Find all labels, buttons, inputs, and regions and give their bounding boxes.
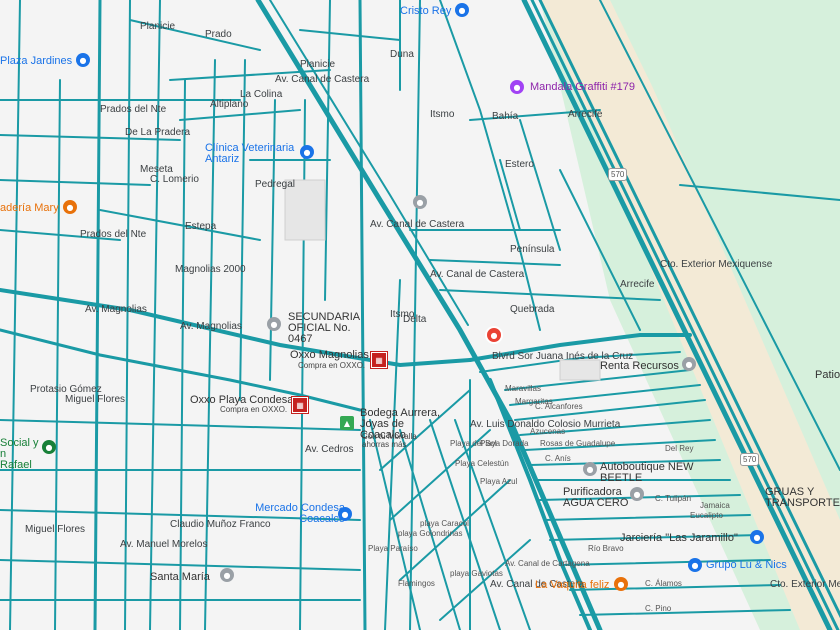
- store-icon[interactable]: ▦: [371, 352, 387, 368]
- road-label-exterior: Cto. Exterior Mexiquense: [660, 259, 773, 270]
- road-label-flamingos: Flamingos: [398, 579, 435, 588]
- road-label-canal-cartagena: Av. Canal de Cartagena: [505, 559, 590, 568]
- road-label-arrecife: Arrecife: [568, 109, 603, 120]
- road-label-playa-celestun: Playa Celestún: [455, 459, 509, 468]
- school-icon[interactable]: ●: [267, 317, 281, 331]
- road-label-alcanfores: C. Alcanfores: [535, 402, 583, 411]
- poi-gruas[interactable]: GRUAS Y TRANSPORTES...: [765, 487, 840, 509]
- road-label-rosas: Rosas de Guadalupe: [540, 439, 616, 448]
- road-label-jamaica: Jamaica: [700, 501, 730, 510]
- road-label-itsmo: Itsmo: [430, 109, 455, 120]
- poi-patio[interactable]: Patio: [815, 370, 840, 381]
- lock-icon[interactable]: ●: [455, 3, 469, 17]
- road-label-meseta: Meseta: [140, 164, 173, 175]
- poi-oxxo-magnolias-sub: Compra en OXXO.: [298, 361, 366, 370]
- road-label-miguel-flores: Miguel Flores: [25, 524, 86, 535]
- road-label-canal: Av. Canal de Castera: [370, 219, 465, 230]
- poi-grupo-lu[interactable]: Grupo Lu & Nics: [706, 560, 787, 571]
- road-label-pino: C. Pino: [645, 604, 672, 613]
- road-label-delta: Delta: [403, 314, 427, 325]
- road-label-tulipan: C. Tulipán: [655, 494, 692, 503]
- road-label-arrecife: Arrecife: [620, 279, 655, 290]
- poi-oxxo-playa-sub: Compra en OXXO.: [220, 405, 288, 414]
- map-canvas[interactable]: Planicie Planicie Prado Duna Itsmo Itsmo…: [0, 0, 840, 630]
- road-label-canal: Av. Canal de Castera: [275, 74, 370, 85]
- road-label-playa-caracol: playa Caracol: [420, 519, 469, 528]
- road-label-prado: Prado: [205, 29, 232, 40]
- road-label-duna: Duna: [390, 49, 414, 60]
- road-label-pradera: De La Pradera: [125, 127, 191, 138]
- road-label-av-magnolias: Av. Magnolias: [180, 321, 242, 332]
- road-label-alamos: C. Álamos: [645, 579, 682, 588]
- camera-icon[interactable]: ●: [510, 80, 524, 94]
- road-label-colina: La Colina: [240, 89, 283, 100]
- car-icon[interactable]: ●: [583, 462, 597, 476]
- road-label-manuel-morelos: Av. Manuel Morelos: [120, 539, 208, 550]
- supermarket-icon[interactable]: ▲: [340, 416, 354, 430]
- road-label-lomerio: C. Lomerio: [150, 174, 199, 185]
- road-label-delrey: Del Rey: [665, 444, 694, 453]
- road-label-quebrada: Quebrada: [510, 304, 555, 315]
- road-label-playa-gaviotas: playa Gaviotas: [450, 569, 503, 578]
- poi-social[interactable]: Social y n Rafael: [0, 438, 40, 471]
- poi-mandala[interactable]: Mandala Graffiti #179: [530, 82, 635, 93]
- poi-autoboutique[interactable]: Autoboutique NEW BEETLE: [600, 462, 710, 484]
- poi-santa-maria[interactable]: Santa María: [150, 572, 210, 583]
- poi-oxxo-magnolias[interactable]: Oxxo Magnolias: [290, 350, 369, 361]
- road-label-planicie: Planicie: [140, 21, 176, 32]
- road-label-canal: Av. Canal de Castera: [430, 269, 525, 280]
- poi-panaderia[interactable]: adería Mary: [0, 203, 59, 214]
- road-label-bahia: Bahía: [492, 111, 519, 122]
- road-label-magnolias2000: Magnolias 2000: [175, 264, 246, 275]
- road-label-eucalipto: Eucalipto: [690, 511, 723, 520]
- road-label-exterior: Cto. Exterior Mexiquense: [770, 579, 840, 590]
- church-icon[interactable]: ●: [220, 568, 234, 582]
- road-label-estepa: Estepa: [185, 221, 217, 232]
- food-icon[interactable]: ●: [63, 200, 77, 214]
- road-label-av-magnolias: Av. Magnolias: [85, 304, 147, 315]
- food-icon[interactable]: ●: [614, 577, 628, 591]
- building-icon[interactable]: ●: [682, 357, 696, 371]
- road-label-playa-dorada: Playa Dorada: [480, 439, 529, 448]
- cart-icon[interactable]: ●: [338, 507, 352, 521]
- road-label-peninsula: Península: [510, 244, 555, 255]
- road-label-planicie: Planicie: [300, 59, 336, 70]
- poi-renta[interactable]: Renta Recursos: [600, 361, 679, 372]
- road-label-altiplano: Altiplano: [210, 99, 249, 110]
- road-label-playa-golondrinas: playa Golondrinas: [398, 529, 463, 538]
- shopping-icon[interactable]: ●: [750, 530, 764, 544]
- road-label-maravillas: Maravillas: [505, 384, 542, 393]
- road-label-playa-azul: Playa Azul: [480, 477, 518, 486]
- poi-jarcieria[interactable]: Jarciería "Las Jaramillo": [620, 533, 738, 544]
- vet-icon[interactable]: ●: [300, 145, 314, 159]
- poi-plaza-jardines[interactable]: Plaza Jardines: [0, 56, 72, 67]
- road-label-pedregal: Pedregal: [255, 179, 296, 190]
- school-icon[interactable]: ●: [413, 195, 427, 209]
- poi-secundaria[interactable]: SECUNDARIA OFICIAL No. 0467: [288, 312, 378, 345]
- shopping-icon[interactable]: ●: [76, 53, 90, 67]
- store-icon[interactable]: ▦: [292, 397, 308, 413]
- location-pin-icon[interactable]: ●: [485, 326, 503, 344]
- route-shield: 570: [740, 453, 760, 466]
- road-label-anis: C. Anís: [545, 454, 571, 463]
- poi-mercado[interactable]: Mercado Condesa Coacalco: [245, 503, 345, 525]
- poi-bodega-sub: Con tu Morralla ahorras más: [362, 432, 417, 449]
- road-label-rio-bravo: Río Bravo: [588, 544, 624, 553]
- poi-clinica[interactable]: Clínica Veterinaria Antariz: [205, 143, 305, 165]
- route-shield: 570: [608, 168, 628, 181]
- poi-vaquita[interactable]: La Vaquita feliz: [535, 580, 609, 591]
- road-label-playa-paraiso: Playa Paraíso: [368, 544, 418, 553]
- poi-purificadora[interactable]: Purificadora AGUA CERO: [563, 487, 633, 509]
- shopping-icon[interactable]: ●: [688, 558, 702, 572]
- road-label-estero: Estero: [505, 159, 534, 170]
- park-icon[interactable]: ●: [42, 440, 56, 454]
- road-label-prados-nte: Prados del Nte: [80, 229, 147, 240]
- poi-cristo-rey[interactable]: Cristo Rey: [400, 6, 451, 17]
- road-label-luis-donaldo: Av. Luis Donaldo Colosio Murrieta: [470, 419, 621, 430]
- road-label-av-cedros: Av. Cedros: [305, 444, 354, 455]
- road-label-prados-nte: Prados del Nte: [100, 104, 167, 115]
- road-label-miguel-flores: Miguel Flores: [65, 394, 126, 405]
- water-icon[interactable]: ●: [630, 487, 644, 501]
